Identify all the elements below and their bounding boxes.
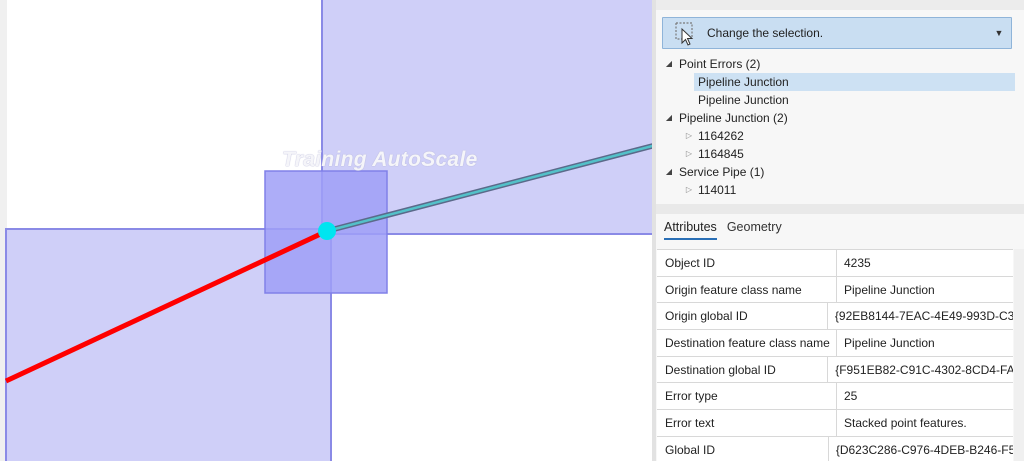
attributes-scrollbar[interactable] [1014, 249, 1024, 461]
attribute-key: Origin feature class name [657, 276, 837, 303]
attribute-key: Destination global ID [657, 356, 829, 383]
table-row[interactable]: Origin feature class name Pipeline Junct… [657, 276, 1013, 304]
attribute-value: 25 [844, 389, 858, 404]
map-view[interactable]: Training AutoScale [0, 0, 652, 461]
collapsed-triangle-icon[interactable]: ▷ [684, 181, 694, 199]
collapsed-triangle-icon[interactable]: ▷ [684, 145, 694, 163]
attribute-key: Origin global ID [657, 303, 828, 330]
error-tree: ◢ Point Errors (2) Pipeline Junction Pip… [656, 55, 1024, 199]
attribute-key: Global ID [657, 436, 829, 461]
expanded-triangle-icon[interactable]: ◢ [664, 163, 674, 181]
pane-top-strip [656, 0, 1024, 10]
tree-item-pipeline-junction-2[interactable]: Pipeline Junction [656, 91, 1024, 109]
table-row[interactable]: Error text Stacked point features. [657, 410, 1013, 437]
table-row[interactable]: Origin global ID {92EB8144-7EAC-4E49-993… [657, 303, 1013, 331]
table-row[interactable]: Global ID {D623C286-C976-4DEB-B246-F57 [657, 436, 1013, 461]
tab-attributes[interactable]: Attributes [664, 220, 717, 240]
attribute-value: 4235 [844, 255, 871, 270]
tree-group-pipeline-junction[interactable]: ◢ Pipeline Junction (2) [656, 109, 1024, 127]
attribute-value: {D623C286-C976-4DEB-B246-F57 [835, 442, 1013, 457]
section-separator[interactable] [656, 204, 1024, 214]
expanded-triangle-icon[interactable]: ◢ [664, 109, 674, 127]
chevron-down-icon[interactable]: ▼ [991, 25, 1007, 41]
detail-tabs: Attributes Geometry [664, 220, 782, 240]
tree-item-pipeline-junction-1[interactable]: Pipeline Junction [694, 73, 1015, 91]
map-canvas[interactable] [0, 0, 652, 461]
attribute-key: Error type [657, 383, 837, 410]
table-row[interactable]: Error type 25 [657, 383, 1013, 411]
attribute-value: Stacked point features. [844, 415, 967, 430]
tree-item-114011[interactable]: ▷ 114011 [656, 181, 1024, 199]
map-watermark: Training AutoScale [282, 148, 478, 171]
attribute-key: Error text [657, 410, 837, 436]
change-selection-dropdown[interactable]: Change the selection. ▼ [662, 17, 1012, 49]
tree-group-service-pipe[interactable]: ◢ Service Pipe (1) [656, 163, 1024, 181]
select-features-icon [675, 22, 694, 46]
expanded-triangle-icon[interactable]: ◢ [664, 55, 674, 73]
attribute-value: {92EB8144-7EAC-4E49-993D-C3D [834, 309, 1013, 324]
tab-geometry[interactable]: Geometry [727, 220, 782, 240]
attributes-table: Object ID 4235 Origin feature class name… [657, 249, 1013, 461]
tree-group-point-errors[interactable]: ◢ Point Errors (2) [656, 55, 1024, 73]
tree-item-1164845[interactable]: ▷ 1164845 [656, 145, 1024, 163]
table-row[interactable]: Object ID 4235 [657, 250, 1013, 277]
attribute-value: Pipeline Junction [844, 282, 935, 297]
attribute-key: Object ID [657, 250, 837, 276]
attribute-value: Pipeline Junction [844, 335, 935, 350]
collapsed-triangle-icon[interactable]: ▷ [684, 127, 694, 145]
table-row[interactable]: Destination global ID {F951EB82-C91C-430… [657, 356, 1013, 384]
error-inspector-pane: Change the selection. ▼ ◢ Point Errors (… [656, 0, 1024, 461]
pipeline-junction-point[interactable] [318, 222, 336, 240]
table-row[interactable]: Destination feature class name Pipeline … [657, 330, 1013, 357]
attribute-key: Destination feature class name [657, 330, 837, 356]
change-selection-label: Change the selection. [707, 26, 824, 40]
attribute-value: {F951EB82-C91C-4302-8CD4-FAE [835, 362, 1013, 377]
tree-item-1164262[interactable]: ▷ 1164262 [656, 127, 1024, 145]
